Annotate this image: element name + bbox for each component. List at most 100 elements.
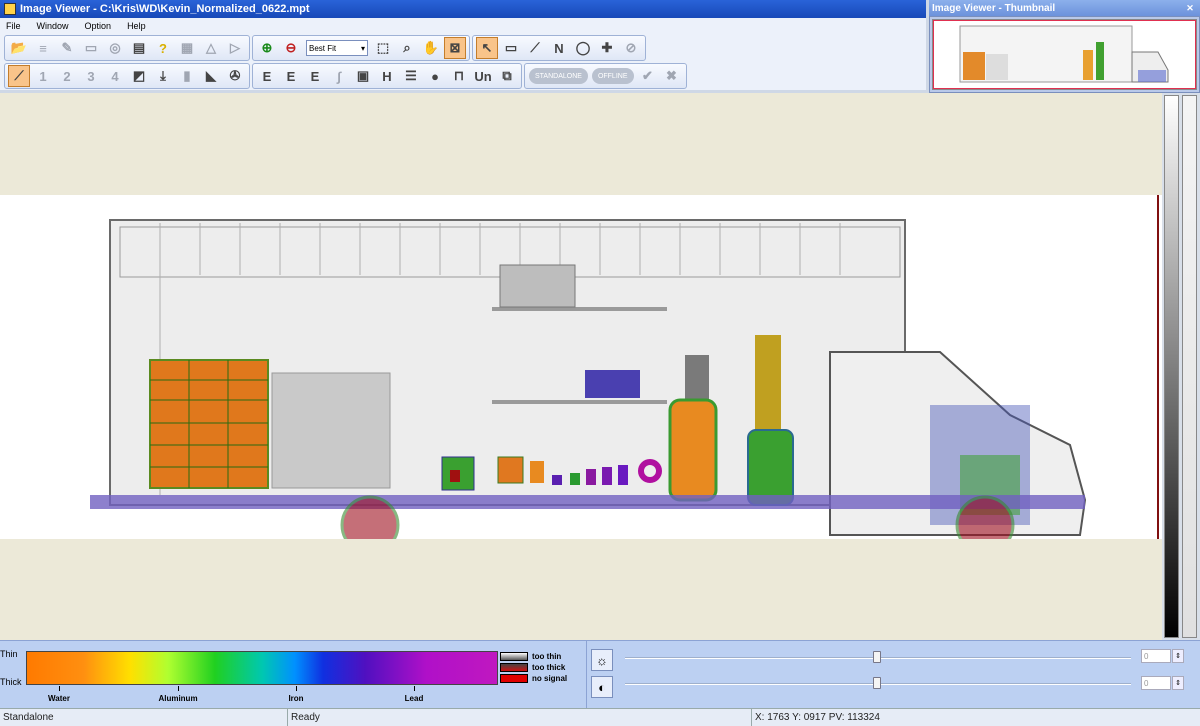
contrast-value-field[interactable]: 0: [1141, 676, 1171, 690]
stack-icon[interactable]: ⧉: [496, 65, 518, 87]
status-mode: Standalone: [0, 709, 288, 726]
line-icon[interactable]: ⟋: [524, 37, 546, 59]
grayscale-ramp-secondary: [1182, 95, 1197, 638]
stripes-icon[interactable]: ☰: [400, 65, 422, 87]
download-icon[interactable]: ⤓: [152, 65, 174, 87]
image-viewport[interactable]: [0, 93, 1162, 640]
too-thin-label: too thin: [532, 652, 562, 661]
thumbnail-title-bar: Image Viewer - Thumbnail ✕: [929, 0, 1200, 16]
menu-option[interactable]: Option: [85, 21, 112, 31]
xray-image-area[interactable]: [0, 195, 1162, 555]
preset-1-button[interactable]: 1: [32, 65, 54, 87]
menu-window[interactable]: Window: [37, 21, 69, 31]
material-lead-label: Lead: [404, 694, 424, 703]
flag-icon[interactable]: ▷: [224, 37, 246, 59]
status-coordinates: X: 1763 Y: 0917 PV: 113324: [755, 712, 880, 723]
offline-button[interactable]: OFFLINE: [591, 68, 634, 84]
triangle-icon[interactable]: △: [200, 37, 222, 59]
thumbnail-close-icon[interactable]: ✕: [1184, 2, 1196, 14]
edge-e1-icon[interactable]: E: [256, 65, 278, 87]
list-icon[interactable]: ≡: [32, 37, 54, 59]
pan-hand-icon[interactable]: ✋: [420, 37, 442, 59]
help-icon[interactable]: ?: [152, 37, 174, 59]
print-icon[interactable]: ▤: [128, 37, 150, 59]
wedge-icon[interactable]: ◣: [200, 65, 222, 87]
measure-line-icon[interactable]: ⟋: [8, 65, 30, 87]
pen-icon[interactable]: ✎: [56, 37, 78, 59]
cancel-x-icon[interactable]: ✖: [661, 65, 683, 87]
brightness-value-field[interactable]: 0: [1141, 649, 1171, 663]
preset-4-button[interactable]: 4: [104, 65, 126, 87]
zoom-out-icon[interactable]: ⊖: [280, 37, 302, 59]
toolbar-mode-group: STANDALONE OFFLINE ✔ ✖: [524, 63, 687, 89]
steps-icon[interactable]: ⊓: [448, 65, 470, 87]
frame-icon[interactable]: ▣: [352, 65, 374, 87]
magnifier-icon[interactable]: ⌕: [396, 37, 418, 59]
tick-lead: [414, 686, 415, 691]
app-title-bar: Image Viewer - C:\Kris\WD\Kevin_Normaliz…: [0, 0, 926, 18]
open-folder-icon[interactable]: 📂: [8, 37, 30, 59]
marquee-select-icon[interactable]: ⬚: [372, 37, 394, 59]
legend-thin-label: Thin: [0, 649, 18, 659]
brightness-icon[interactable]: ☼: [591, 649, 613, 671]
toolbar-file-group: 📂 ≡ ✎ ▭ ◎ ▤ ? ▦ △ ▷: [4, 35, 250, 61]
pointer-icon[interactable]: ↖: [476, 37, 498, 59]
window-title: Image Viewer - C:\Kris\WD\Kevin_Normaliz…: [20, 3, 310, 15]
tag-icon[interactable]: ▭: [80, 37, 102, 59]
thumbnail-pane[interactable]: [929, 16, 1200, 93]
tick-aluminum: [178, 686, 179, 691]
contrast-spinner[interactable]: ⇕: [1172, 676, 1184, 690]
bars-icon[interactable]: ▮: [176, 65, 198, 87]
material-color-bar: [26, 651, 498, 685]
material-legend-panel: Thin Thick Water Aluminum Iron Lead too …: [0, 640, 586, 708]
histogram-h-icon[interactable]: H: [376, 65, 398, 87]
eraser-icon[interactable]: ⊘: [620, 37, 642, 59]
brightness-spinner[interactable]: ⇕: [1172, 649, 1184, 663]
menu-file[interactable]: File: [6, 21, 21, 31]
toolbar-filters: ⟋ 1 2 3 4 ◩ ⤓ ▮ ◣ ✇ E E E ∫ ▣ H ☰ ● ⊓ Un…: [0, 62, 926, 90]
toolbar-enhance-group: E E E ∫ ▣ H ☰ ● ⊓ Un ⧉: [252, 63, 522, 89]
text-n-icon[interactable]: N: [548, 37, 570, 59]
no-signal-label: no signal: [532, 674, 568, 683]
edge-e2-icon[interactable]: E: [280, 65, 302, 87]
contrast-diagonal-icon[interactable]: ◩: [128, 65, 150, 87]
tick-iron: [296, 686, 297, 691]
thumbnail-image[interactable]: [932, 19, 1197, 90]
stamp-icon[interactable]: ◎: [104, 37, 126, 59]
chevron-down-icon: ▾: [360, 43, 365, 53]
crosshair-icon[interactable]: ✚: [596, 37, 618, 59]
fit-window-icon[interactable]: ⊠: [444, 37, 466, 59]
brightness-slider-knob[interactable]: [873, 651, 881, 663]
thumbnail-title: Image Viewer - Thumbnail: [932, 2, 1056, 14]
thumbnail-truck-image: [932, 19, 1197, 90]
preset-3-button[interactable]: 3: [80, 65, 102, 87]
zoom-select[interactable]: Best Fit ▾: [306, 40, 368, 56]
material-water-label: Water: [48, 694, 70, 703]
grayscale-ramp-panel: [1162, 93, 1200, 640]
check-icon[interactable]: ✔: [637, 65, 659, 87]
zoom-in-icon[interactable]: ⊕: [256, 37, 278, 59]
xray-truck-image: [90, 195, 1159, 555]
status-state: Ready: [288, 709, 752, 726]
adjustment-panel: ☼ 0 ⇕ ◐ 0 ⇕: [586, 640, 1200, 708]
sphere-icon[interactable]: ●: [424, 65, 446, 87]
toolbar-zoom-group: ⊕ ⊖ Best Fit ▾ ⬚ ⌕ ✋ ⊠: [252, 35, 470, 61]
zoom-select-value: Best Fit: [309, 43, 337, 53]
menu-help[interactable]: Help: [127, 21, 146, 31]
ellipse-icon[interactable]: ◯: [572, 37, 594, 59]
preset-2-button[interactable]: 2: [56, 65, 78, 87]
standalone-button[interactable]: STANDALONE: [529, 68, 588, 84]
edge-e3-icon[interactable]: E: [304, 65, 326, 87]
too-thick-swatch: [500, 663, 528, 672]
contrast-icon[interactable]: ◐: [591, 676, 613, 698]
material-aluminum-label: Aluminum: [158, 694, 198, 703]
menu-bar: File Window Option Help: [0, 18, 926, 34]
toolbar-main: 📂 ≡ ✎ ▭ ◎ ▤ ? ▦ △ ▷ ⊕ ⊖ Best Fit ▾ ⬚ ⌕ ✋ …: [0, 34, 926, 62]
rectangle-icon[interactable]: ▭: [500, 37, 522, 59]
grid-icon[interactable]: ▦: [176, 37, 198, 59]
radiation-icon[interactable]: ✇: [224, 65, 246, 87]
unsharp-icon[interactable]: Un: [472, 65, 494, 87]
curve-icon[interactable]: ∫: [328, 65, 350, 87]
contrast-slider-knob[interactable]: [873, 677, 881, 689]
app-logo-icon: [4, 3, 16, 15]
